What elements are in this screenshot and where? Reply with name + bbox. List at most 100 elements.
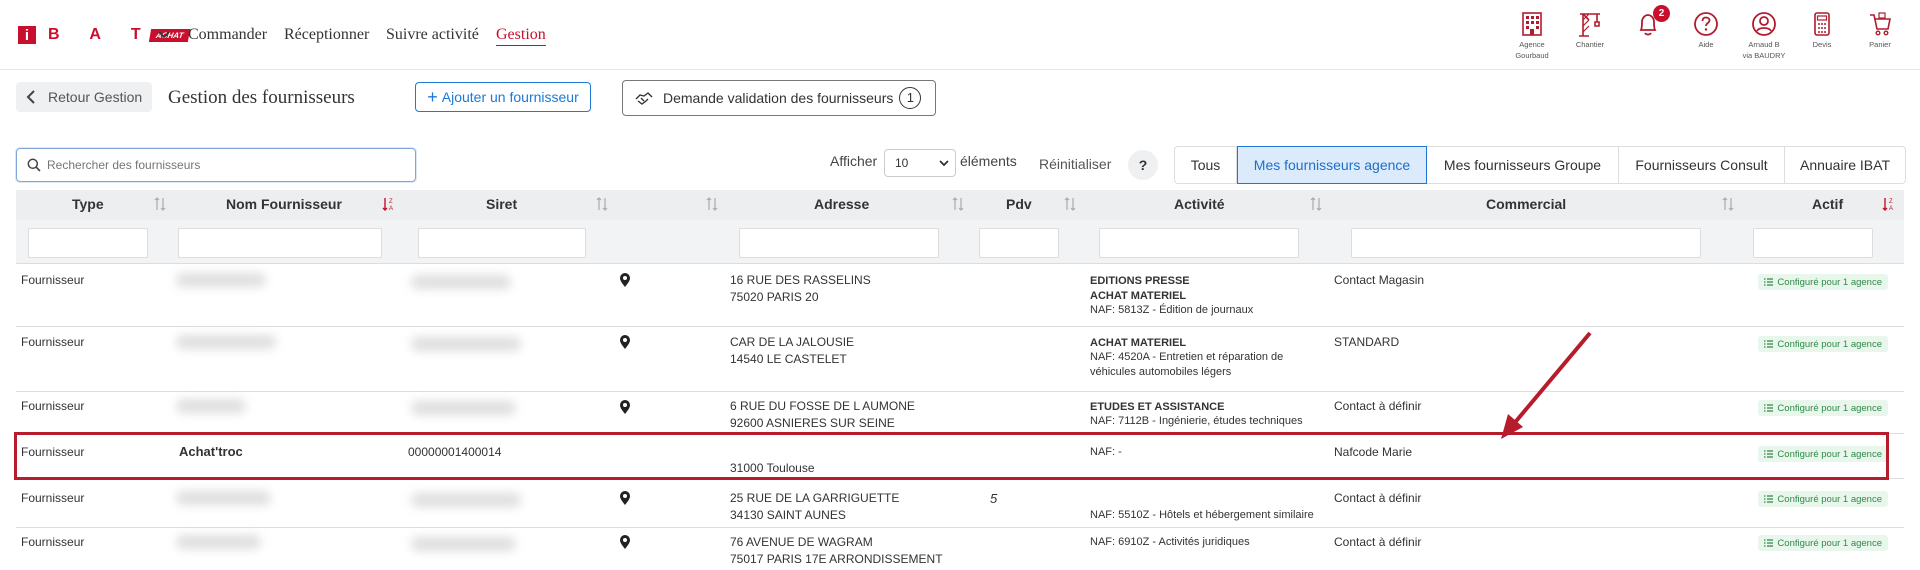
status-badge[interactable]: Configuré pour 1 agence — [1758, 535, 1888, 551]
sort-desc-icon[interactable]: ZA — [382, 197, 396, 211]
cart-icon — [1870, 12, 1891, 36]
table-row[interactable]: Fournisseur 16 RUE DES RASSELINS 75020 P… — [16, 265, 1904, 327]
column-commercial[interactable]: Commercial — [1486, 196, 1566, 212]
row-type: Fournisseur — [21, 399, 85, 413]
filter-actif-input[interactable] — [1753, 228, 1873, 258]
cart-button[interactable]: Panier — [1845, 10, 1915, 49]
row-naf: NAF: 5813Z - Édition de journaux — [1090, 304, 1254, 316]
handshake-icon — [635, 92, 653, 105]
sort-icon[interactable] — [596, 197, 608, 211]
tab-mes-fournisseurs-groupe[interactable]: Mes fournisseurs Groupe — [1427, 147, 1619, 183]
search-box[interactable] — [16, 148, 416, 182]
blurred-name — [176, 491, 271, 505]
tab-mes-fournisseurs-agence[interactable]: Mes fournisseurs agence — [1237, 146, 1427, 184]
column-nom-fournisseur[interactable]: Nom Fournisseur — [226, 196, 342, 212]
blurred-name — [176, 535, 261, 549]
table-row[interactable]: Fournisseur 76 AVENUE DE WAGRAM 75017 PA… — [16, 528, 1904, 570]
row-commercial: Contact à définir — [1334, 535, 1422, 549]
back-button[interactable]: Retour Gestion — [16, 82, 152, 112]
column-siret[interactable]: Siret — [486, 196, 517, 212]
filter-adresse-input[interactable] — [739, 228, 939, 258]
filters-help-button[interactable]: ? — [1128, 150, 1158, 180]
validation-request-button[interactable]: Demande validation des fournisseurs 1 — [622, 80, 936, 116]
status-badge[interactable]: Configuré pour 1 agence — [1758, 274, 1888, 290]
blurred-name — [176, 335, 276, 349]
status-badge[interactable]: Configuré pour 1 agence — [1758, 400, 1888, 416]
sort-icon[interactable] — [952, 197, 964, 211]
row-address-line1: 16 RUE DES RASSELINS — [730, 273, 871, 287]
blurred-name — [176, 273, 266, 287]
sort-icon[interactable] — [706, 197, 718, 211]
row-address-line2: 75020 PARIS 20 — [730, 290, 819, 304]
add-supplier-button[interactable]: + Ajouter un fournisseur — [415, 82, 591, 112]
chevron-down-icon[interactable] — [156, 27, 172, 43]
top-navigation: i B A T ACHAT Commander Réceptionner Sui… — [0, 0, 1920, 70]
row-type: Fournisseur — [21, 535, 85, 549]
sort-icon[interactable] — [1064, 197, 1076, 211]
page-title: Gestion des fournisseurs — [168, 87, 355, 108]
nav-suivre-activite[interactable]: Suivre activité — [386, 26, 479, 44]
tab-fournisseurs-consult[interactable]: Fournisseurs Consult — [1619, 147, 1785, 183]
column-actif[interactable]: Actif — [1812, 196, 1843, 212]
plus-icon: + — [427, 87, 438, 107]
sort-icon[interactable] — [1310, 197, 1322, 211]
tab-tous[interactable]: Tous — [1175, 147, 1237, 183]
blurred-siret — [411, 401, 516, 415]
status-badge[interactable]: Configuré pour 1 agence — [1758, 336, 1888, 352]
list-icon — [1764, 495, 1774, 503]
status-badge[interactable]: Configuré pour 1 agence — [1758, 491, 1888, 507]
cart-label: Panier — [1869, 40, 1891, 49]
row-naf-continued: véhicules automobiles légers — [1090, 366, 1232, 378]
nav-commander[interactable]: Commander — [188, 26, 267, 44]
filter-siret-input[interactable] — [418, 228, 586, 258]
blurred-siret — [411, 537, 516, 551]
status-label: Configuré pour 1 agence — [1777, 276, 1882, 288]
row-pdv: 5 — [990, 491, 998, 506]
table-row[interactable]: Fournisseur CAR DE LA JALOUSIE 14540 LE … — [16, 327, 1904, 392]
row-commercial: STANDARD — [1334, 335, 1400, 349]
filter-activite-input[interactable] — [1099, 228, 1299, 258]
map-pin-icon[interactable] — [619, 534, 631, 550]
sort-icon[interactable] — [1722, 197, 1734, 211]
add-supplier-label: Ajouter un fournisseur — [441, 89, 579, 105]
page-size-value: 10 — [895, 156, 909, 170]
row-activity-1: EDITIONS PRESSE — [1090, 275, 1190, 287]
table-row[interactable]: Fournisseur 6 RUE DU FOSSE DE L AUMONE 9… — [16, 392, 1904, 434]
map-pin-icon[interactable] — [619, 399, 631, 415]
calculator-icon — [1814, 12, 1830, 36]
row-address-line1: 6 RUE DU FOSSE DE L AUMONE — [730, 399, 915, 413]
row-naf: NAF: 7112B - Ingénierie, études techniqu… — [1090, 415, 1303, 427]
row-address-line2: 75017 PARIS 17E ARRONDISSEMENT — [730, 552, 943, 566]
row-commercial: Contact à définir — [1334, 491, 1422, 505]
nav-receptionner[interactable]: Réceptionner — [284, 26, 369, 44]
notification-count-badge: 2 — [1653, 5, 1670, 22]
svg-text:Z: Z — [389, 199, 393, 205]
chevron-down-icon — [939, 160, 949, 167]
row-address-line2: 14540 LE CASTELET — [730, 352, 847, 366]
reset-filters-button[interactable]: Réinitialiser — [1039, 156, 1111, 172]
filter-pdv-input[interactable] — [979, 228, 1059, 258]
map-pin-icon[interactable] — [619, 272, 631, 288]
filter-type-input[interactable] — [28, 228, 148, 258]
column-activite[interactable]: Activité — [1174, 196, 1225, 212]
search-icon — [27, 158, 41, 172]
page-size-prefix: Afficher — [830, 153, 878, 169]
crane-icon — [1579, 13, 1600, 37]
filter-nom-input[interactable] — [178, 228, 382, 258]
column-type[interactable]: Type — [72, 196, 104, 212]
sort-desc-icon[interactable]: ZA — [1882, 197, 1896, 211]
nav-gestion[interactable]: Gestion — [496, 26, 546, 46]
filter-commercial-input[interactable] — [1351, 228, 1701, 258]
chevron-left-icon — [26, 90, 35, 104]
search-input[interactable] — [47, 158, 387, 172]
sort-icon[interactable] — [154, 197, 166, 211]
map-pin-icon[interactable] — [619, 334, 631, 350]
tab-annuaire-ibat[interactable]: Annuaire IBAT — [1785, 147, 1905, 183]
map-pin-icon[interactable] — [619, 490, 631, 506]
list-icon — [1764, 404, 1774, 412]
status-label: Configuré pour 1 agence — [1777, 402, 1882, 414]
column-adresse[interactable]: Adresse — [814, 196, 869, 212]
column-pdv[interactable]: Pdv — [1006, 196, 1032, 212]
page-size-select[interactable]: 10 — [884, 149, 956, 177]
table-row[interactable]: Fournisseur 25 RUE DE LA GARRIGUETTE 341… — [16, 484, 1904, 528]
